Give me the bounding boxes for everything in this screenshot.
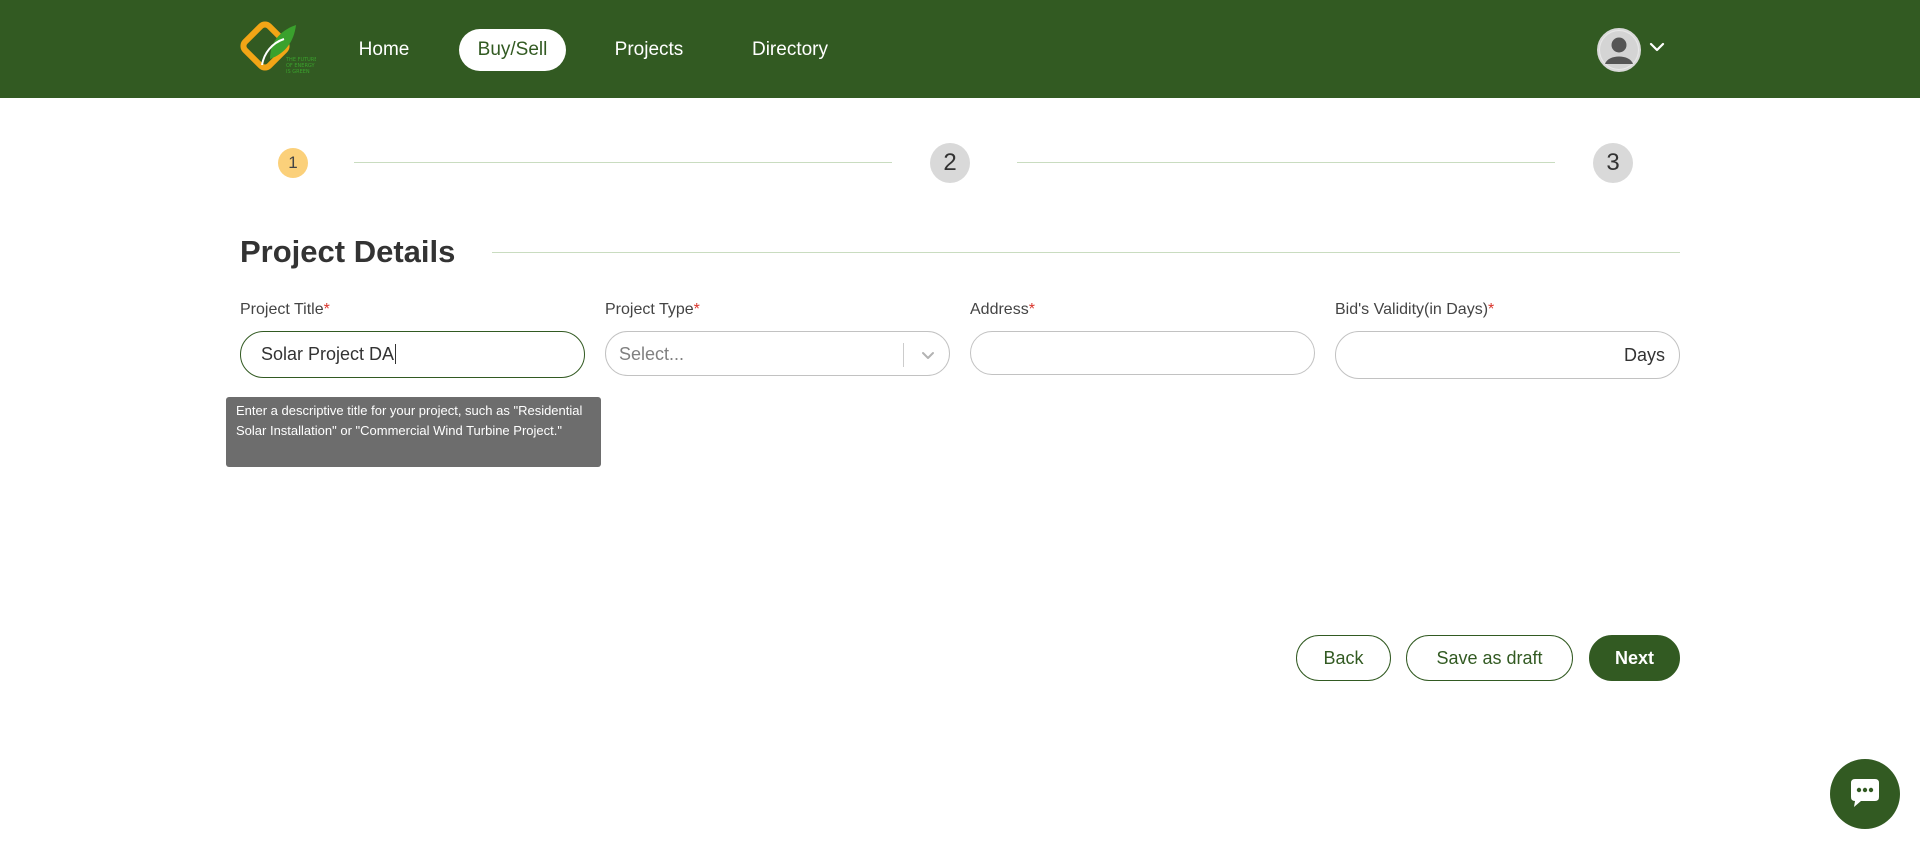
days-suffix: Days bbox=[1623, 345, 1665, 365]
project-title-label: Project Title* bbox=[240, 301, 330, 318]
top-navbar: THE FUTURE OF ENERGY IS GREEN Home Buy/S… bbox=[0, 0, 1920, 98]
bid-validity-label: Bid's Validity(in Days)* bbox=[1335, 301, 1495, 318]
save-draft-button[interactable]: Save as draft bbox=[1406, 635, 1573, 681]
section-divider bbox=[492, 252, 1680, 253]
chat-bubble-icon bbox=[1851, 779, 1879, 807]
next-button[interactable]: Next bbox=[1589, 635, 1680, 681]
nav-directory[interactable]: Directory bbox=[745, 29, 835, 71]
project-title-tooltip: Enter a descriptive title for your proje… bbox=[226, 397, 601, 467]
nav-projects[interactable]: Projects bbox=[604, 29, 694, 71]
chevron-down-icon[interactable] bbox=[1648, 38, 1666, 56]
chat-button[interactable] bbox=[1830, 759, 1900, 829]
step-connector bbox=[1017, 162, 1555, 163]
required-mark: * bbox=[1488, 301, 1495, 318]
project-type-select[interactable]: Select... bbox=[605, 331, 950, 376]
section-title: Project Details bbox=[240, 234, 456, 269]
user-avatar-icon[interactable] bbox=[1597, 28, 1641, 72]
required-mark: * bbox=[323, 301, 330, 318]
text-cursor bbox=[395, 343, 397, 364]
chevron-down-icon[interactable] bbox=[919, 346, 937, 364]
required-mark: * bbox=[1028, 301, 1035, 318]
required-mark: * bbox=[693, 301, 700, 318]
project-type-label: Project Type* bbox=[605, 301, 700, 318]
step-connector bbox=[354, 162, 892, 163]
back-button[interactable]: Back bbox=[1296, 635, 1391, 681]
step-2-indicator: 2 bbox=[930, 143, 970, 183]
svg-text:IS GREEN: IS GREEN bbox=[286, 69, 310, 75]
project-title-input[interactable]: Solar Project DA bbox=[240, 331, 585, 378]
address-input[interactable] bbox=[970, 331, 1315, 375]
address-label: Address* bbox=[970, 301, 1035, 318]
step-3-indicator: 3 bbox=[1593, 143, 1633, 183]
project-title-value: Solar Project DA bbox=[261, 344, 395, 364]
project-type-placeholder: Select... bbox=[619, 344, 685, 364]
bid-validity-input[interactable]: Days bbox=[1335, 331, 1680, 379]
select-separator bbox=[903, 343, 904, 367]
nav-buy-sell[interactable]: Buy/Sell bbox=[459, 29, 566, 71]
company-logo[interactable]: THE FUTURE OF ENERGY IS GREEN bbox=[240, 19, 317, 81]
step-1-indicator: 1 bbox=[278, 148, 308, 178]
nav-home[interactable]: Home bbox=[348, 29, 420, 71]
